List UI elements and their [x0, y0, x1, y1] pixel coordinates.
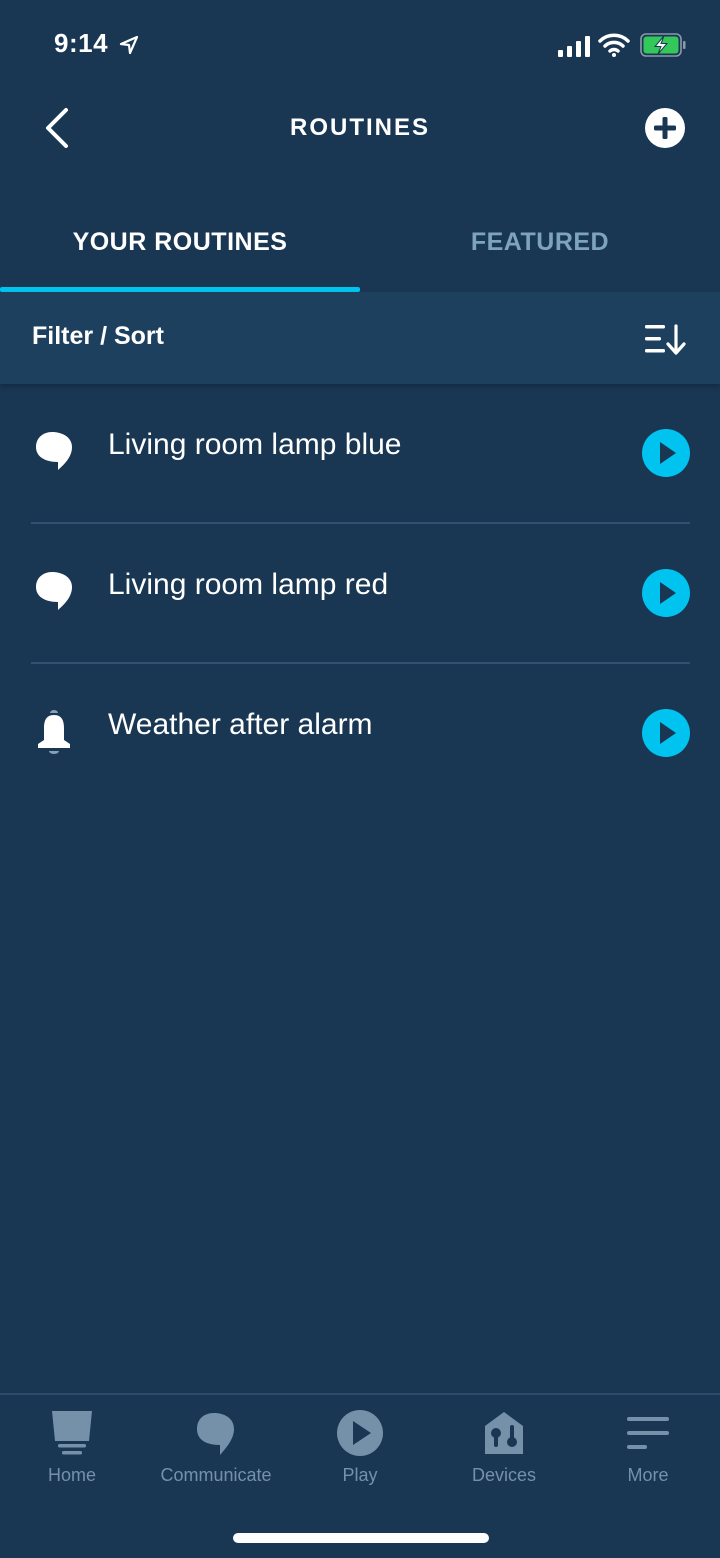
tab-featured[interactable]: FEATURED [360, 200, 720, 292]
header: ROUTINES [0, 90, 720, 170]
plus-circle-icon [645, 108, 685, 148]
nav-label: Play [342, 1465, 378, 1485]
nav-label: Devices [471, 1465, 537, 1485]
nav-communicate[interactable]: Communicate [144, 1395, 288, 1495]
devices-icon [485, 1412, 523, 1454]
routine-item[interactable]: Living room lamp red [0, 524, 720, 664]
status-bar: 9:14 [0, 0, 720, 90]
routine-name: Living room lamp red [108, 568, 389, 601]
nav-home[interactable]: Home [0, 1395, 144, 1495]
routine-name: Living room lamp blue [108, 428, 402, 461]
tab-your-routines[interactable]: YOUR ROUTINES [0, 200, 360, 292]
status-time: 9:14 [54, 28, 109, 58]
routine-name: Weather after alarm [108, 708, 373, 741]
nav-label: More [627, 1465, 669, 1485]
bell-icon [38, 710, 70, 754]
home-indicator[interactable] [233, 1533, 489, 1543]
nav-label: Home [47, 1465, 96, 1485]
page-title: ROUTINES [289, 114, 430, 141]
nav-devices[interactable]: Devices [432, 1395, 576, 1495]
communicate-icon [197, 1413, 234, 1455]
nav-label: Communicate [160, 1465, 272, 1485]
tab-bar: YOUR ROUTINES FEATURED [0, 200, 720, 292]
nav-play[interactable]: Play [288, 1395, 432, 1495]
play-routine-button[interactable] [642, 569, 690, 617]
speech-bubble-icon [36, 572, 72, 610]
add-routine-button[interactable] [644, 107, 686, 149]
routine-list: Living room lamp blue Living room lamp r… [0, 384, 720, 804]
filter-sort-label[interactable]: Filter / Sort [32, 322, 164, 351]
speech-bubble-icon [36, 432, 72, 470]
filter-sort-bar[interactable]: Filter / Sort [0, 292, 720, 384]
location-arrow-icon [119, 35, 139, 55]
more-icon [627, 1417, 669, 1449]
signal-icon [558, 36, 590, 57]
battery-charging-icon [640, 33, 686, 57]
home-icon [52, 1411, 92, 1455]
routine-item[interactable]: Weather after alarm [0, 664, 720, 804]
routine-item[interactable]: Living room lamp blue [0, 384, 720, 524]
nav-more[interactable]: More [576, 1395, 720, 1495]
wifi-icon [598, 33, 630, 57]
play-routine-button[interactable] [642, 709, 690, 757]
sort-icon[interactable] [644, 322, 688, 356]
play-routine-button[interactable] [642, 429, 690, 477]
play-icon [337, 1410, 383, 1456]
